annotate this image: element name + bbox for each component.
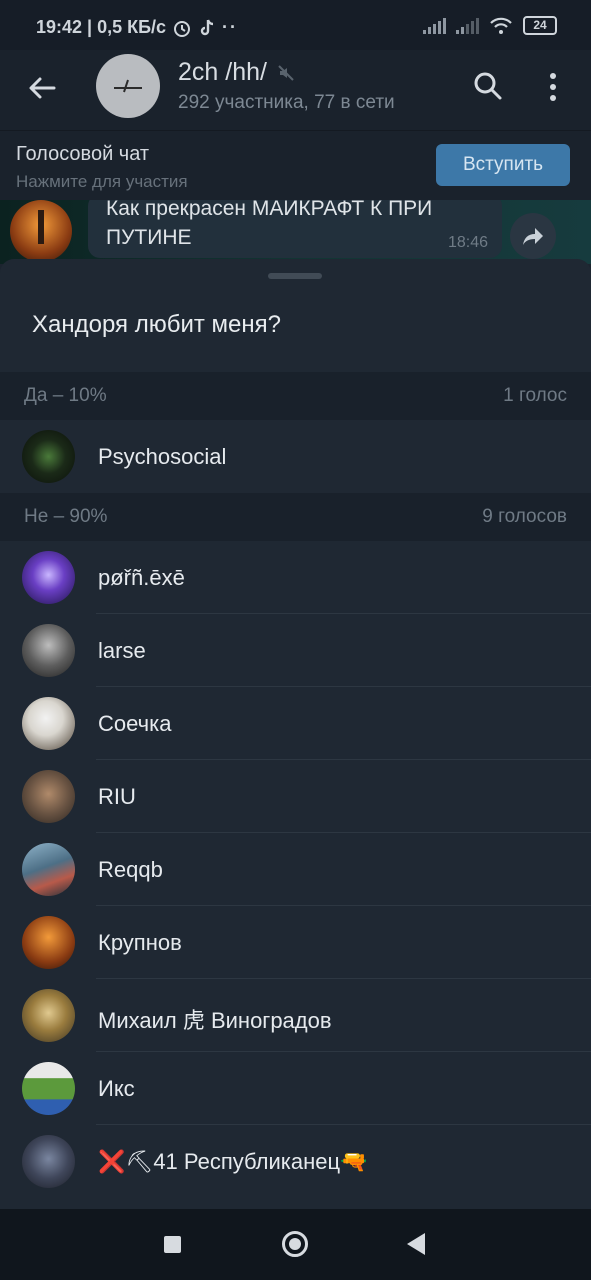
voter-name: Икс (98, 1076, 135, 1101)
navigation-bar (0, 1209, 591, 1280)
voter-row[interactable]: ❌⛏41 Республиканец🔫 (0, 1125, 591, 1198)
back-triangle-icon[interactable] (407, 1233, 425, 1255)
status-right: 24 (423, 16, 557, 35)
home-icon[interactable] (282, 1231, 308, 1257)
voter-name: Крупнов (98, 930, 182, 955)
message-bubble[interactable]: Как прекрасен МАЙКРАФТ К ПРИ ПУТИНЕ 18:4… (88, 200, 502, 258)
recent-apps-icon[interactable] (164, 1236, 181, 1253)
voter-row[interactable]: Икс (0, 1052, 591, 1125)
chat-title-row[interactable]: 2ch /hh/ (178, 58, 295, 87)
more-vertical-icon[interactable] (543, 70, 563, 104)
chat-header: 2ch /hh/ 292 участника, 77 в сети (0, 50, 591, 130)
voter-name: Соечка (98, 711, 172, 736)
voter-row[interactable]: RIU (0, 760, 591, 833)
voter-row[interactable]: Psychosocial (0, 420, 591, 493)
poll-option-header: Не – 90% 9 голосов (0, 493, 591, 541)
voter-avatar (22, 624, 75, 677)
message-text: Как прекрасен МАЙКРАФТ К ПРИ ПУТИНЕ (106, 200, 433, 249)
share-arrow-icon (523, 228, 543, 245)
battery-icon: 24 (523, 16, 557, 35)
forward-button[interactable] (510, 213, 556, 259)
signal-icon (423, 17, 446, 34)
chat-logo-icon (114, 79, 142, 93)
voter-avatar (22, 770, 75, 823)
voice-chat-subtitle: Нажмите для участия (16, 172, 188, 191)
voter-name: Михаил 虎 Виноградов (98, 1008, 332, 1033)
voter-avatar (22, 551, 75, 604)
status-time-speed: 19:42 | 0,5 КБ/с (36, 17, 167, 37)
more-notifications-icon: ·· (222, 17, 239, 37)
voter-row[interactable]: Михаил 虎 Виноградов (0, 979, 591, 1052)
voter-name: pøřñ.ēxē (98, 565, 185, 590)
message-time: 18:46 (447, 234, 488, 251)
voter-avatar (22, 916, 75, 969)
voter-name: RIU (98, 784, 136, 809)
option-label: Не – 90% (24, 506, 108, 527)
voter-avatar (22, 989, 75, 1042)
status-bar: 19:42 | 0,5 КБ/с ·· 24 (0, 0, 591, 50)
option-vote-count: 1 голос (503, 385, 567, 406)
chat-avatar[interactable] (96, 54, 160, 118)
sheet-drag-handle[interactable] (268, 273, 322, 279)
back-arrow-icon[interactable] (26, 72, 58, 104)
muted-icon (278, 64, 294, 81)
search-icon[interactable] (472, 70, 504, 102)
poll-option-header: Да – 10% 1 голос (0, 372, 591, 420)
voter-name: Psychosocial (98, 444, 227, 469)
voter-name: larse (98, 638, 146, 663)
poll-results-sheet: Хандоря любит меня? Да – 10% 1 голос Psy… (0, 259, 591, 1209)
join-voice-chat-button[interactable]: Вступить (436, 144, 570, 186)
poll-question: Хандоря любит меня? (32, 311, 281, 338)
voter-avatar (22, 1135, 75, 1188)
chat-title: 2ch /hh/ (178, 58, 267, 86)
voter-row[interactable]: Крупнов (0, 906, 591, 979)
message-sender-avatar[interactable] (10, 200, 72, 262)
voice-chat-title: Голосовой чат (16, 143, 150, 165)
option-vote-count: 9 голосов (482, 506, 567, 527)
chat-background: Как прекрасен МАЙКРАФТ К ПРИ ПУТИНЕ 18:4… (0, 200, 591, 264)
voter-avatar (22, 697, 75, 750)
voter-avatar (22, 1062, 75, 1115)
voter-name: Reqqb (98, 857, 163, 882)
voter-row[interactable]: pøřñ.ēxē (0, 541, 591, 614)
voter-avatar (22, 843, 75, 896)
chat-subtitle: 292 участника, 77 в сети (178, 92, 395, 113)
status-left: 19:42 | 0,5 КБ/с ·· (36, 17, 238, 38)
wifi-icon (490, 17, 512, 34)
signal-2-icon (456, 17, 479, 34)
voter-avatar (22, 430, 75, 483)
alarm-icon (174, 20, 191, 37)
voter-row[interactable]: Соечка (0, 687, 591, 760)
voice-chat-banner[interactable]: Голосовой чат Нажмите для участия Вступи… (0, 130, 591, 201)
tiktok-icon (200, 19, 214, 35)
voter-name: ❌⛏41 Республиканец🔫 (98, 1149, 368, 1174)
voter-row[interactable]: larse (0, 614, 591, 687)
option-label: Да – 10% (24, 385, 107, 406)
voter-row[interactable]: Reqqb (0, 833, 591, 906)
